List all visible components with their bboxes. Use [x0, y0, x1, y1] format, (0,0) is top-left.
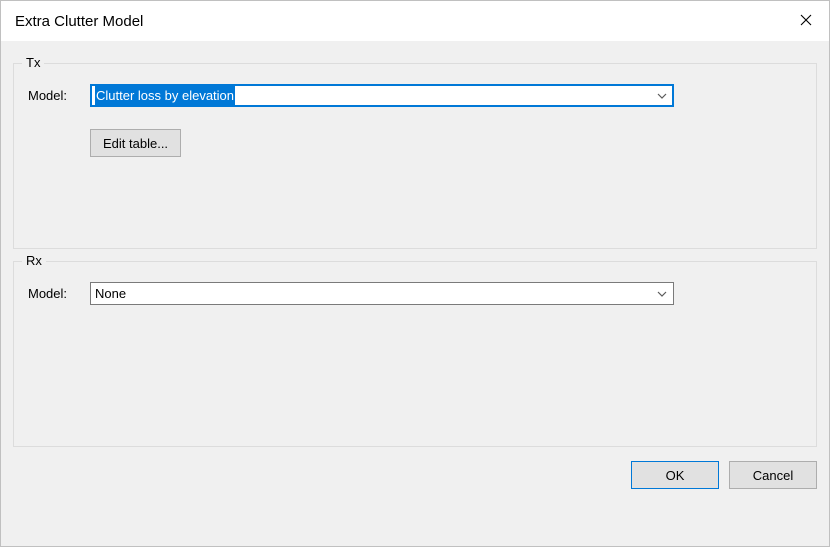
- rx-model-select[interactable]: None: [90, 282, 674, 305]
- tx-edit-wrap: Edit table...: [90, 129, 802, 157]
- tx-model-row: Model: Clutter loss by elevation: [28, 84, 802, 107]
- edit-table-button[interactable]: Edit table...: [90, 129, 181, 157]
- tx-model-value: Clutter loss by elevation: [95, 86, 235, 105]
- rx-group: Rx Model: None: [13, 261, 817, 447]
- close-button[interactable]: [783, 1, 829, 41]
- window-title: Extra Clutter Model: [15, 13, 783, 30]
- dialog-window: Extra Clutter Model Tx Model: Clutter lo…: [0, 0, 830, 547]
- ok-button[interactable]: OK: [631, 461, 719, 489]
- rx-model-label: Model:: [28, 286, 80, 301]
- chevron-down-icon: [657, 291, 667, 297]
- cancel-button[interactable]: Cancel: [729, 461, 817, 489]
- tx-group: Tx Model: Clutter loss by elevation Edit…: [13, 63, 817, 249]
- client-area: Tx Model: Clutter loss by elevation Edit…: [1, 41, 829, 546]
- dialog-footer: OK Cancel: [13, 447, 817, 489]
- rx-legend: Rx: [22, 253, 46, 268]
- titlebar: Extra Clutter Model: [1, 1, 829, 41]
- chevron-down-icon: [657, 93, 667, 99]
- tx-model-select[interactable]: Clutter loss by elevation: [90, 84, 674, 107]
- close-icon: [800, 14, 812, 29]
- tx-model-label: Model:: [28, 88, 80, 103]
- rx-model-value: None: [95, 284, 126, 303]
- tx-legend: Tx: [22, 55, 44, 70]
- rx-model-row: Model: None: [28, 282, 802, 305]
